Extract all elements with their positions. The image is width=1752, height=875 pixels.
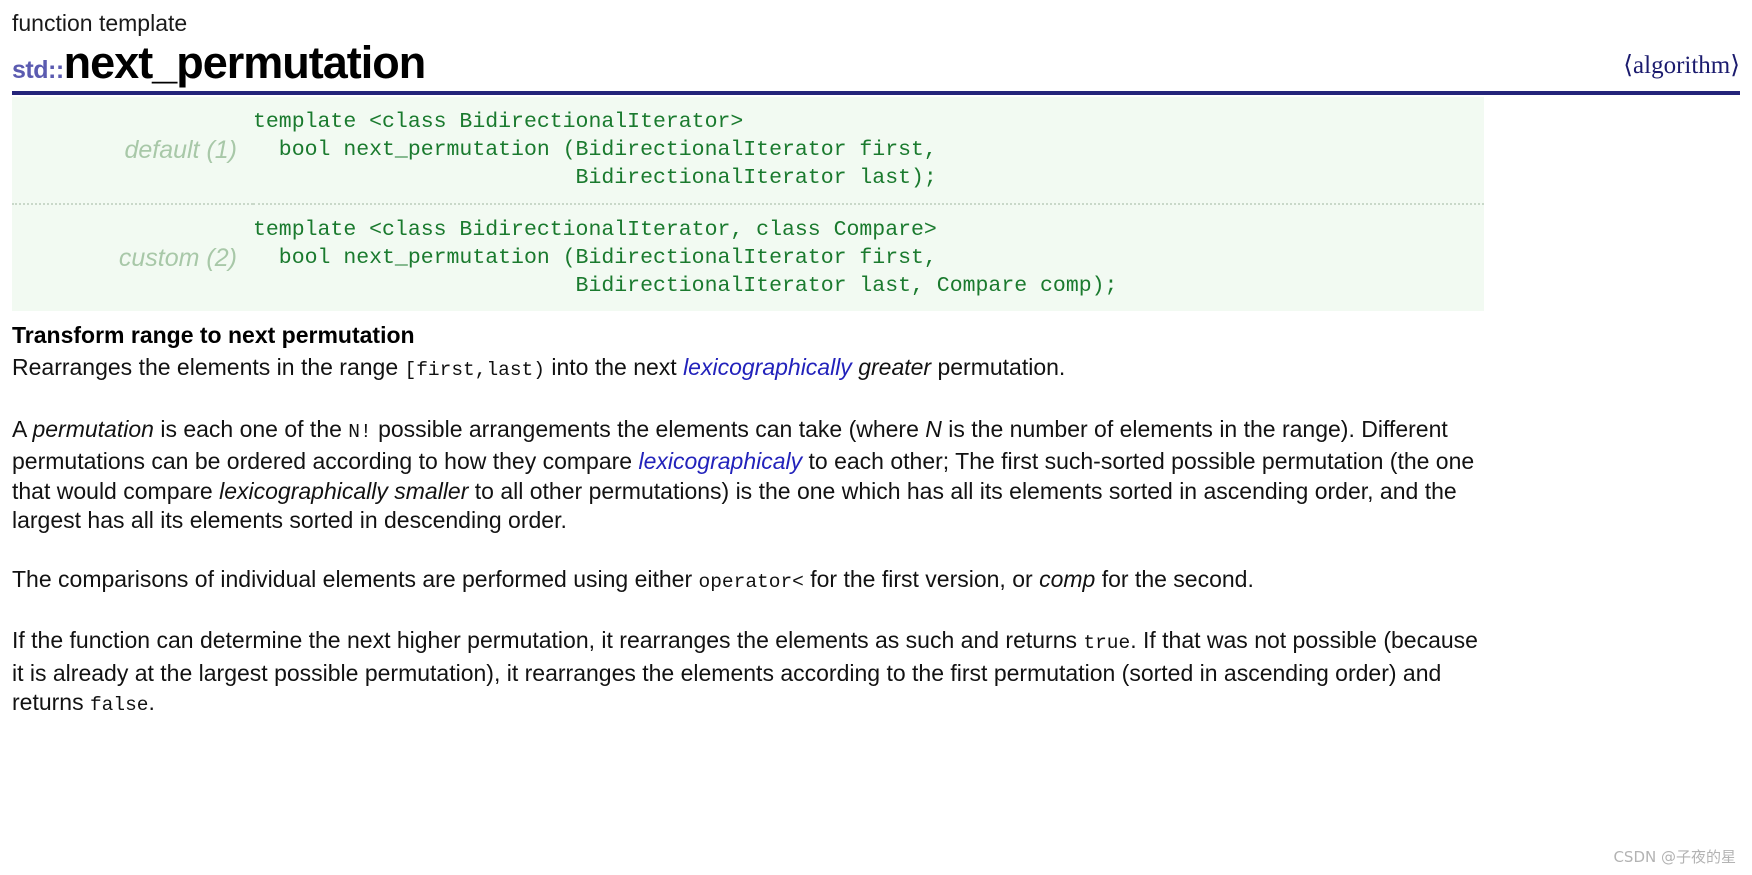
signature-default: template <class BidirectionalIterator> b… — [253, 110, 937, 190]
paragraph-return-value: If the function can determine the next h… — [12, 626, 1482, 721]
namespace-prefix: std:: — [12, 56, 64, 84]
p4-text-1: If the function can determine the next h… — [12, 627, 1084, 653]
p1-code-range: [first,last) — [404, 359, 545, 381]
p2-text-2: is each one of the — [153, 415, 349, 442]
paragraph-description: Rearranges the elements in the range [fi… — [12, 353, 1482, 386]
p1-emphasis-greater: greater — [858, 354, 932, 380]
paragraph-permutation-definition: A permutation is each one of the N! poss… — [12, 415, 1482, 536]
p2-emphasis-n: N — [925, 415, 942, 442]
variant-label-default: default (1) — [124, 135, 237, 164]
p4-code-false: false — [89, 694, 149, 716]
header-rule — [12, 91, 1740, 95]
p2-emphasis-permutation: permutation — [32, 415, 154, 442]
page-title: next_permutation — [63, 37, 427, 88]
p3-text-3: for the second. — [1095, 565, 1254, 592]
title-wrap: std:: next_permutation — [12, 37, 427, 88]
p1-text-4: permutation. — [931, 354, 1066, 380]
p2-code-factorial: N! — [348, 420, 372, 443]
p2-text-1: A — [12, 415, 33, 442]
prototype-table: default (1) template <class Bidirectiona… — [12, 97, 1484, 311]
link-lexicographicaly[interactable]: lexicographicaly — [638, 448, 802, 474]
p4-text-3: . — [148, 689, 155, 715]
prototype-row-default: default (1) template <class Bidirectiona… — [12, 97, 1484, 204]
p2-text-3: possible arrangements the elements can t… — [371, 415, 926, 442]
p3-text-2: for the first version, or — [803, 565, 1040, 592]
p3-text-1: The comparisons of individual elements a… — [12, 565, 699, 592]
p1-text-2: into the next — [544, 354, 684, 380]
link-lexicographically[interactable]: lexicographically — [683, 354, 852, 380]
p2-emphasis-smaller: lexicographically smaller — [219, 477, 469, 504]
header-file-label: ⟨algorithm⟩ — [1623, 52, 1740, 79]
paragraph-comparisons: The comparisons of individual elements a… — [12, 565, 1482, 598]
title-row: std:: next_permutation ⟨algorithm⟩ — [12, 38, 1740, 88]
variant-label-custom: custom (2) — [12, 203, 253, 311]
p4-code-true: true — [1083, 632, 1131, 654]
kicker-label: function template — [12, 10, 188, 36]
watermark: CSDN @子夜的星 — [1613, 848, 1736, 866]
p3-emphasis-comp: comp — [1039, 565, 1096, 592]
document-page: function template std:: next_permutation … — [0, 0, 1752, 875]
page-header: function template std:: next_permutation … — [12, 8, 1740, 97]
p1-text-1: Rearranges the elements in the range — [12, 354, 405, 380]
p3-code-operator: operator< — [698, 570, 804, 593]
prototype-row-custom: custom (2) template <class Bidirectional… — [12, 203, 1484, 311]
signature-custom: template <class BidirectionalIterator, c… — [253, 203, 1484, 311]
section-title: Transform range to next permutation — [12, 322, 415, 348]
